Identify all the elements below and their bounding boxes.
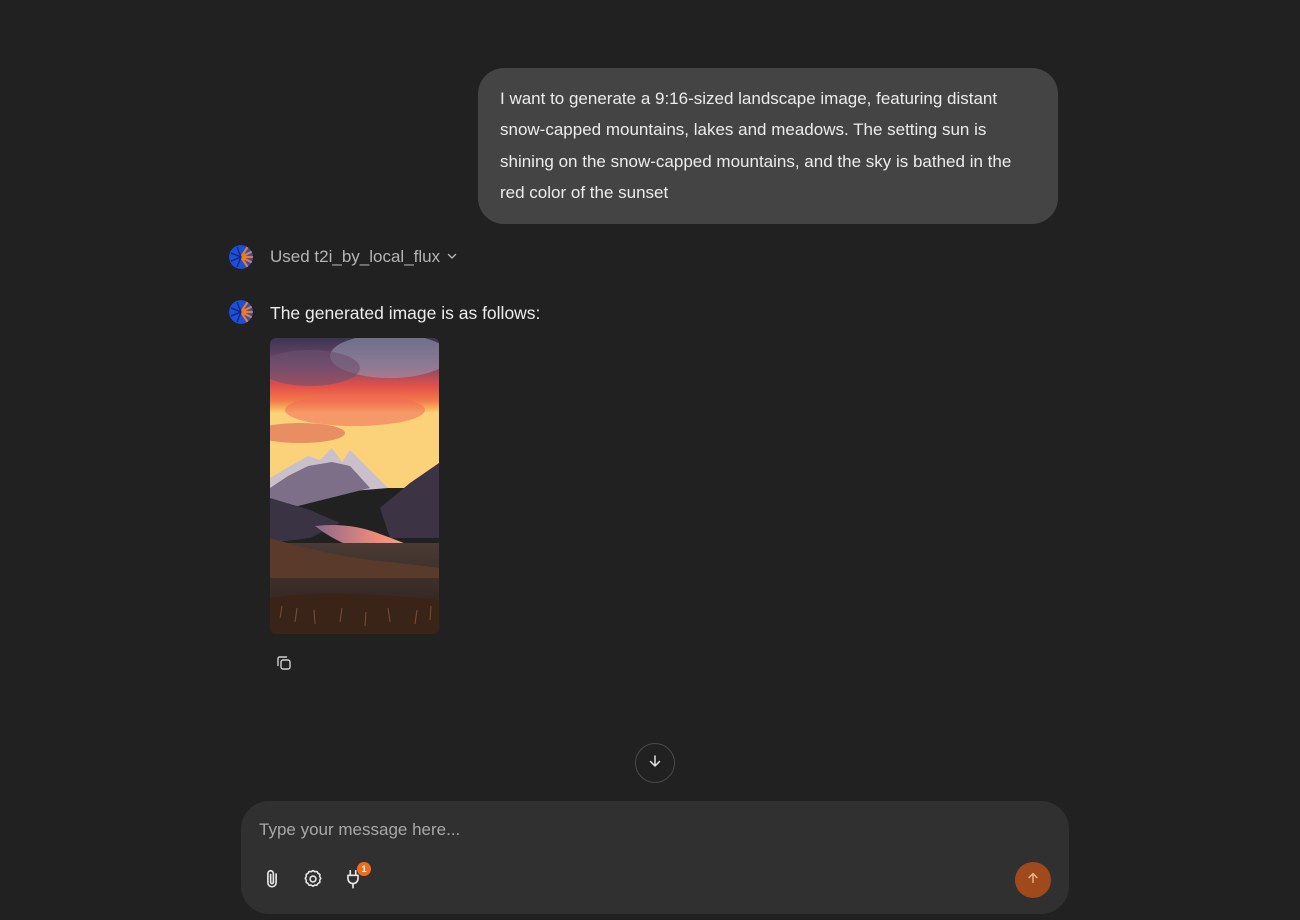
send-button[interactable] <box>1015 862 1051 898</box>
assistant-avatar-icon <box>229 300 253 324</box>
arrow-down-icon <box>647 753 663 774</box>
tool-used-label: Used t2i_by_local_flux <box>270 247 441 266</box>
arrow-up-icon <box>1026 871 1040 890</box>
copy-icon <box>275 654 293 677</box>
user-message-text: I want to generate a 9:16-sized landscap… <box>500 89 1012 202</box>
assistant-reply-text: The generated image is as follows: <box>270 303 541 323</box>
gear-icon <box>302 868 324 895</box>
copy-button[interactable] <box>272 653 296 677</box>
paperclip-icon <box>261 868 283 895</box>
scroll-to-bottom-button[interactable] <box>635 743 675 783</box>
attach-button[interactable] <box>258 867 286 895</box>
chat-page: I want to generate a 9:16-sized landscap… <box>0 0 1300 920</box>
assistant-avatar-icon <box>229 245 253 269</box>
plugin-count-badge: 1 <box>357 862 371 876</box>
user-message-bubble: I want to generate a 9:16-sized landscap… <box>478 68 1058 225</box>
generated-image[interactable] <box>270 338 439 634</box>
plugin-button[interactable]: 1 <box>339 862 371 895</box>
message-composer: 1 <box>241 801 1069 914</box>
settings-button[interactable] <box>299 867 327 895</box>
tool-used-toggle[interactable]: Used t2i_by_local_flux <box>270 245 458 269</box>
message-input[interactable] <box>259 817 999 843</box>
chevron-down-icon <box>446 247 458 267</box>
